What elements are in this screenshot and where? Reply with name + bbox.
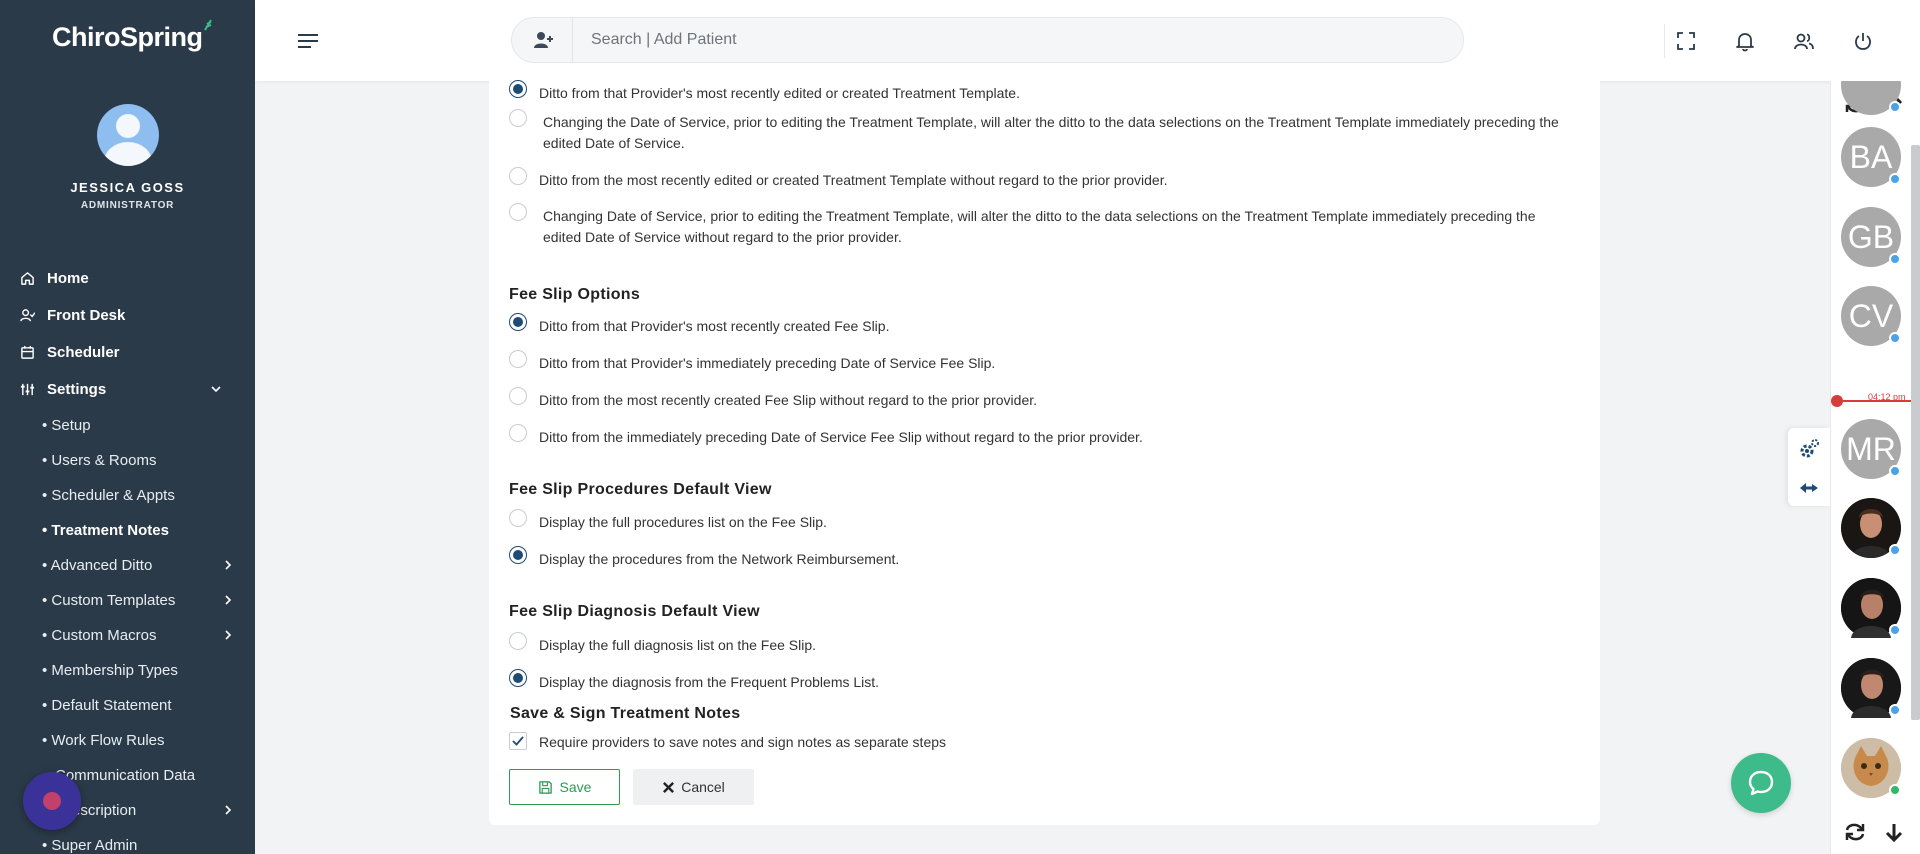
top-bar (255, 0, 1920, 81)
leaf-icon (203, 19, 212, 31)
radio-button[interactable] (509, 350, 527, 368)
arrow-down-icon[interactable] (1882, 820, 1906, 844)
scrollbar[interactable] (1911, 145, 1920, 720)
treatment-option-4[interactable]: Changing Date of Service, prior to editi… (509, 203, 1559, 248)
arrows-icon[interactable] (1798, 476, 1820, 498)
user-check-icon (20, 308, 35, 321)
power-icon[interactable] (1852, 30, 1874, 52)
search-input[interactable] (591, 31, 1391, 49)
treatment-option-3[interactable]: Ditto from the most recently edited or c… (509, 167, 1168, 191)
chevron-right-icon (225, 595, 232, 605)
radio-button[interactable] (509, 546, 527, 564)
radio-button[interactable] (509, 509, 527, 527)
sub-item-custom-macros[interactable]: • Custom Macros (42, 623, 235, 647)
cancel-button[interactable]: Cancel (633, 769, 754, 805)
sub-item-membership-types[interactable]: • Membership Types (42, 658, 235, 682)
home-icon (21, 271, 34, 285)
fee-slip-option-4[interactable]: Ditto from the immediately preceding Dat… (509, 424, 1143, 448)
sub-item-super-admin[interactable]: • Super Admin (42, 833, 235, 854)
gears-icon[interactable] (1798, 438, 1820, 460)
patient-photo[interactable] (1841, 658, 1901, 718)
fee-slip-options-title: Fee Slip Options (509, 286, 641, 303)
side-tools (1788, 428, 1830, 506)
user-name: JESSICA GOSS (70, 180, 185, 195)
sub-item-work-flow-rules[interactable]: • Work Flow Rules (42, 728, 235, 752)
diagnosis-option-2[interactable]: Display the diagnosis from the Frequent … (509, 669, 879, 693)
nav-settings[interactable]: Settings (20, 376, 235, 402)
chat-bubble-icon (1748, 770, 1774, 796)
diagnosis-view-title: Fee Slip Diagnosis Default View (509, 603, 760, 620)
patient-photo[interactable] (1841, 498, 1901, 558)
fullscreen-icon[interactable] (1675, 30, 1697, 52)
users-icon[interactable] (1793, 30, 1815, 52)
sub-item-custom-templates[interactable]: • Custom Templates (42, 588, 235, 612)
chat-button[interactable] (1731, 753, 1791, 813)
chevron-down-icon (211, 386, 221, 393)
patient-avatar[interactable]: BA (1841, 127, 1901, 187)
brand-logo[interactable]: ChiroSpring (52, 19, 212, 53)
chevron-right-icon (225, 630, 232, 640)
sub-item-default-statement[interactable]: • Default Statement (42, 693, 235, 717)
add-user-icon[interactable] (532, 29, 554, 51)
diagnosis-option-1[interactable]: Display the full diagnosis list on the F… (509, 632, 816, 656)
patient-photo[interactable] (1841, 578, 1901, 638)
record-dot-icon (43, 792, 61, 810)
sub-item-users-rooms[interactable]: • Users & Rooms (42, 448, 235, 472)
current-time-dot (1831, 395, 1843, 407)
radio-button[interactable] (509, 80, 527, 98)
procedures-view-title: Fee Slip Procedures Default View (509, 481, 772, 498)
treatment-option-1[interactable]: Ditto from that Provider's most recently… (509, 80, 1020, 104)
save-button[interactable]: Save (509, 769, 620, 805)
refresh-icon[interactable] (1843, 820, 1867, 844)
patient-avatar[interactable]: GB (1841, 207, 1901, 267)
calendar-icon (21, 345, 34, 359)
settings-panel: Ditto from that Provider's most recently… (489, 80, 1600, 825)
fee-slip-option-1[interactable]: Ditto from that Provider's most recently… (509, 313, 889, 337)
nav-front-desk[interactable]: Front Desk (20, 302, 235, 328)
patient-avatar[interactable]: MR (1841, 419, 1901, 479)
sub-item-setup[interactable]: • Setup (42, 413, 235, 437)
fee-slip-option-3[interactable]: Ditto from the most recently created Fee… (509, 387, 1037, 411)
close-icon (663, 781, 675, 793)
radio-button[interactable] (509, 669, 527, 687)
sub-item-treatment-notes[interactable]: • Treatment Notes (42, 518, 235, 542)
fee-slip-option-2[interactable]: Ditto from that Provider's immediately p… (509, 350, 995, 374)
search-bar (511, 17, 1464, 63)
radio-button[interactable] (509, 387, 527, 405)
procedures-option-1[interactable]: Display the full procedures list on the … (509, 509, 827, 533)
radio-button[interactable] (509, 167, 527, 185)
check-icon (512, 736, 524, 746)
menu-icon[interactable] (297, 32, 319, 50)
nav-scheduler[interactable]: Scheduler (20, 339, 235, 365)
current-time-label: 04:12 pm (1868, 392, 1906, 402)
treatment-option-2[interactable]: Changing the Date of Service, prior to e… (509, 109, 1599, 154)
radio-button[interactable] (509, 203, 527, 221)
sidebar: ChiroSpring JESSICA GOSS ADMINISTRATOR H… (0, 0, 255, 854)
sub-item-communication-data[interactable]: Communication Data (55, 763, 248, 787)
procedures-option-2[interactable]: Display the procedures from the Network … (509, 546, 899, 570)
bell-icon[interactable] (1734, 30, 1756, 52)
sliders-icon (20, 383, 35, 395)
chevron-right-icon (225, 805, 232, 815)
radio-button[interactable] (509, 632, 527, 650)
nav-home[interactable]: Home (20, 265, 235, 291)
radio-button[interactable] (509, 424, 527, 442)
schedule-column: BA GB CV 04:12 pm MR (1830, 81, 1920, 854)
user-role: ADMINISTRATOR (80, 200, 175, 211)
record-button[interactable] (23, 772, 81, 830)
radio-button[interactable] (509, 109, 527, 127)
floppy-disk-icon (538, 780, 552, 794)
save-sign-title: Save & Sign Treatment Notes (510, 705, 741, 722)
sub-item-advanced-ditto[interactable]: • Advanced Ditto (42, 553, 235, 577)
patient-photo[interactable] (1841, 738, 1901, 798)
sub-item-scheduler-appts[interactable]: • Scheduler & Appts (42, 483, 235, 507)
chevron-right-icon (225, 560, 232, 570)
brand-name: ChiroSpring (52, 22, 203, 52)
user-avatar[interactable] (97, 104, 159, 166)
save-sign-option[interactable]: Require providers to save notes and sign… (509, 732, 946, 753)
sub-item-subscription[interactable]: escription (72, 798, 235, 822)
patient-avatar[interactable]: CV (1841, 286, 1901, 346)
checkbox[interactable] (509, 732, 527, 750)
radio-button[interactable] (509, 313, 527, 331)
